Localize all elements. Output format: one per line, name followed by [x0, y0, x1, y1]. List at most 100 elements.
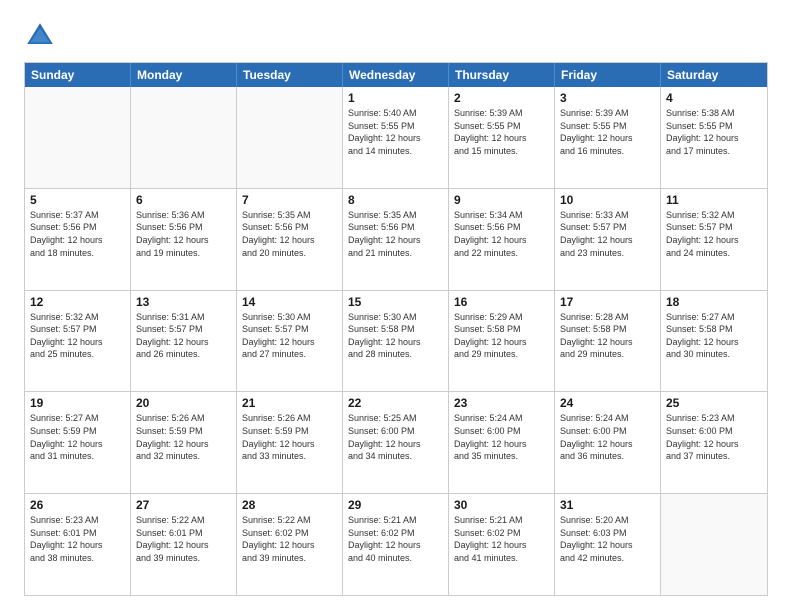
calendar-cell: 11Sunrise: 5:32 AM Sunset: 5:57 PM Dayli…	[661, 189, 767, 290]
cell-details: Sunrise: 5:36 AM Sunset: 5:56 PM Dayligh…	[136, 209, 231, 259]
day-number: 23	[454, 396, 549, 410]
calendar-cell	[661, 494, 767, 595]
calendar-cell: 2 Sunrise: 5:39 AM Sunset: 5:55 PM Daylig…	[449, 87, 555, 188]
cell-details: Sunrise: 5:22 AM Sunset: 6:01 PM Dayligh…	[136, 514, 231, 564]
day-number: 21	[242, 396, 337, 410]
cell-details: Sunrise: 5:26 AM Sunset: 5:59 PM Dayligh…	[136, 412, 231, 462]
calendar-row: 19Sunrise: 5:27 AM Sunset: 5:59 PM Dayli…	[25, 391, 767, 493]
cell-details: Sunrise: 5:30 AM Sunset: 5:57 PM Dayligh…	[242, 311, 337, 361]
calendar-cell: 24 Sunrise: 5:24 AM Sunset: 6:00 PM Dayli…	[555, 392, 661, 493]
weekday-header: Tuesday	[237, 63, 343, 87]
calendar-cell: 16Sunrise: 5:29 AM Sunset: 5:58 PM Dayli…	[449, 291, 555, 392]
weekday-header: Sunday	[25, 63, 131, 87]
calendar-cell: 6 Sunrise: 5:36 AM Sunset: 5:56 PM Daylig…	[131, 189, 237, 290]
day-number: 18	[666, 295, 762, 309]
day-number: 28	[242, 498, 337, 512]
calendar-cell: 5 Sunrise: 5:37 AM Sunset: 5:56 PM Daylig…	[25, 189, 131, 290]
cell-details: Sunrise: 5:33 AM Sunset: 5:57 PM Dayligh…	[560, 209, 655, 259]
calendar-cell: 25 Sunrise: 5:23 AM Sunset: 6:00 PM Dayli…	[661, 392, 767, 493]
day-number: 5	[30, 193, 125, 207]
cell-details: Sunrise: 5:37 AM Sunset: 5:56 PM Dayligh…	[30, 209, 125, 259]
calendar-cell: 27 Sunrise: 5:22 AM Sunset: 6:01 PM Dayli…	[131, 494, 237, 595]
day-number: 22	[348, 396, 443, 410]
day-number: 2	[454, 91, 549, 105]
day-number: 8	[348, 193, 443, 207]
cell-details: Sunrise: 5:21 AM Sunset: 6:02 PM Dayligh…	[348, 514, 443, 564]
calendar-cell: 7 Sunrise: 5:35 AM Sunset: 5:56 PM Daylig…	[237, 189, 343, 290]
day-number: 31	[560, 498, 655, 512]
cell-details: Sunrise: 5:26 AM Sunset: 5:59 PM Dayligh…	[242, 412, 337, 462]
day-number: 11	[666, 193, 762, 207]
calendar-row: 12Sunrise: 5:32 AM Sunset: 5:57 PM Dayli…	[25, 290, 767, 392]
day-number: 1	[348, 91, 443, 105]
calendar-cell: 21 Sunrise: 5:26 AM Sunset: 5:59 PM Dayli…	[237, 392, 343, 493]
calendar: SundayMondayTuesdayWednesdayThursdayFrid…	[24, 62, 768, 596]
day-number: 24	[560, 396, 655, 410]
day-number: 27	[136, 498, 231, 512]
calendar-cell: 18 Sunrise: 5:27 AM Sunset: 5:58 PM Dayli…	[661, 291, 767, 392]
logo-icon	[24, 20, 56, 52]
calendar-cell: 30 Sunrise: 5:21 AM Sunset: 6:02 PM Dayli…	[449, 494, 555, 595]
day-number: 12	[30, 295, 125, 309]
cell-details: Sunrise: 5:23 AM Sunset: 6:01 PM Dayligh…	[30, 514, 125, 564]
cell-details: Sunrise: 5:40 AM Sunset: 5:55 PM Dayligh…	[348, 107, 443, 157]
header	[24, 20, 768, 52]
day-number: 16	[454, 295, 549, 309]
day-number: 25	[666, 396, 762, 410]
cell-details: Sunrise: 5:38 AM Sunset: 5:55 PM Dayligh…	[666, 107, 762, 157]
cell-details: Sunrise: 5:35 AM Sunset: 5:56 PM Dayligh…	[242, 209, 337, 259]
weekday-header: Thursday	[449, 63, 555, 87]
day-number: 29	[348, 498, 443, 512]
calendar-cell: 15 Sunrise: 5:30 AM Sunset: 5:58 PM Dayli…	[343, 291, 449, 392]
cell-details: Sunrise: 5:23 AM Sunset: 6:00 PM Dayligh…	[666, 412, 762, 462]
logo	[24, 20, 60, 52]
calendar-cell: 23Sunrise: 5:24 AM Sunset: 6:00 PM Dayli…	[449, 392, 555, 493]
calendar-cell	[131, 87, 237, 188]
day-number: 9	[454, 193, 549, 207]
calendar-cell	[237, 87, 343, 188]
cell-details: Sunrise: 5:27 AM Sunset: 5:59 PM Dayligh…	[30, 412, 125, 462]
weekday-header: Wednesday	[343, 63, 449, 87]
day-number: 20	[136, 396, 231, 410]
day-number: 10	[560, 193, 655, 207]
calendar-cell: 8Sunrise: 5:35 AM Sunset: 5:56 PM Daylig…	[343, 189, 449, 290]
calendar-cell: 20 Sunrise: 5:26 AM Sunset: 5:59 PM Dayli…	[131, 392, 237, 493]
calendar-row: 5 Sunrise: 5:37 AM Sunset: 5:56 PM Daylig…	[25, 188, 767, 290]
calendar-cell: 17 Sunrise: 5:28 AM Sunset: 5:58 PM Dayli…	[555, 291, 661, 392]
weekday-header: Saturday	[661, 63, 767, 87]
cell-details: Sunrise: 5:27 AM Sunset: 5:58 PM Dayligh…	[666, 311, 762, 361]
day-number: 26	[30, 498, 125, 512]
calendar-cell: 1 Sunrise: 5:40 AM Sunset: 5:55 PM Daylig…	[343, 87, 449, 188]
calendar-cell: 26 Sunrise: 5:23 AM Sunset: 6:01 PM Dayli…	[25, 494, 131, 595]
calendar-cell: 14 Sunrise: 5:30 AM Sunset: 5:57 PM Dayli…	[237, 291, 343, 392]
calendar-row: 1 Sunrise: 5:40 AM Sunset: 5:55 PM Daylig…	[25, 87, 767, 188]
calendar-cell: 3Sunrise: 5:39 AM Sunset: 5:55 PM Daylig…	[555, 87, 661, 188]
calendar-cell: 12Sunrise: 5:32 AM Sunset: 5:57 PM Dayli…	[25, 291, 131, 392]
day-number: 17	[560, 295, 655, 309]
cell-details: Sunrise: 5:28 AM Sunset: 5:58 PM Dayligh…	[560, 311, 655, 361]
day-number: 13	[136, 295, 231, 309]
calendar-cell: 22 Sunrise: 5:25 AM Sunset: 6:00 PM Dayli…	[343, 392, 449, 493]
cell-details: Sunrise: 5:39 AM Sunset: 5:55 PM Dayligh…	[454, 107, 549, 157]
day-number: 7	[242, 193, 337, 207]
calendar-cell: 28Sunrise: 5:22 AM Sunset: 6:02 PM Dayli…	[237, 494, 343, 595]
cell-details: Sunrise: 5:21 AM Sunset: 6:02 PM Dayligh…	[454, 514, 549, 564]
calendar-cell: 13Sunrise: 5:31 AM Sunset: 5:57 PM Dayli…	[131, 291, 237, 392]
calendar-header: SundayMondayTuesdayWednesdayThursdayFrid…	[25, 63, 767, 87]
calendar-cell: 10 Sunrise: 5:33 AM Sunset: 5:57 PM Dayli…	[555, 189, 661, 290]
calendar-cell: 19Sunrise: 5:27 AM Sunset: 5:59 PM Dayli…	[25, 392, 131, 493]
day-number: 6	[136, 193, 231, 207]
calendar-body: 1 Sunrise: 5:40 AM Sunset: 5:55 PM Daylig…	[25, 87, 767, 595]
cell-details: Sunrise: 5:30 AM Sunset: 5:58 PM Dayligh…	[348, 311, 443, 361]
day-number: 30	[454, 498, 549, 512]
calendar-cell: 31Sunrise: 5:20 AM Sunset: 6:03 PM Dayli…	[555, 494, 661, 595]
cell-details: Sunrise: 5:24 AM Sunset: 6:00 PM Dayligh…	[560, 412, 655, 462]
calendar-cell: 9Sunrise: 5:34 AM Sunset: 5:56 PM Daylig…	[449, 189, 555, 290]
cell-details: Sunrise: 5:25 AM Sunset: 6:00 PM Dayligh…	[348, 412, 443, 462]
calendar-cell: 4 Sunrise: 5:38 AM Sunset: 5:55 PM Daylig…	[661, 87, 767, 188]
day-number: 14	[242, 295, 337, 309]
day-number: 4	[666, 91, 762, 105]
day-number: 15	[348, 295, 443, 309]
cell-details: Sunrise: 5:39 AM Sunset: 5:55 PM Dayligh…	[560, 107, 655, 157]
calendar-row: 26 Sunrise: 5:23 AM Sunset: 6:01 PM Dayli…	[25, 493, 767, 595]
